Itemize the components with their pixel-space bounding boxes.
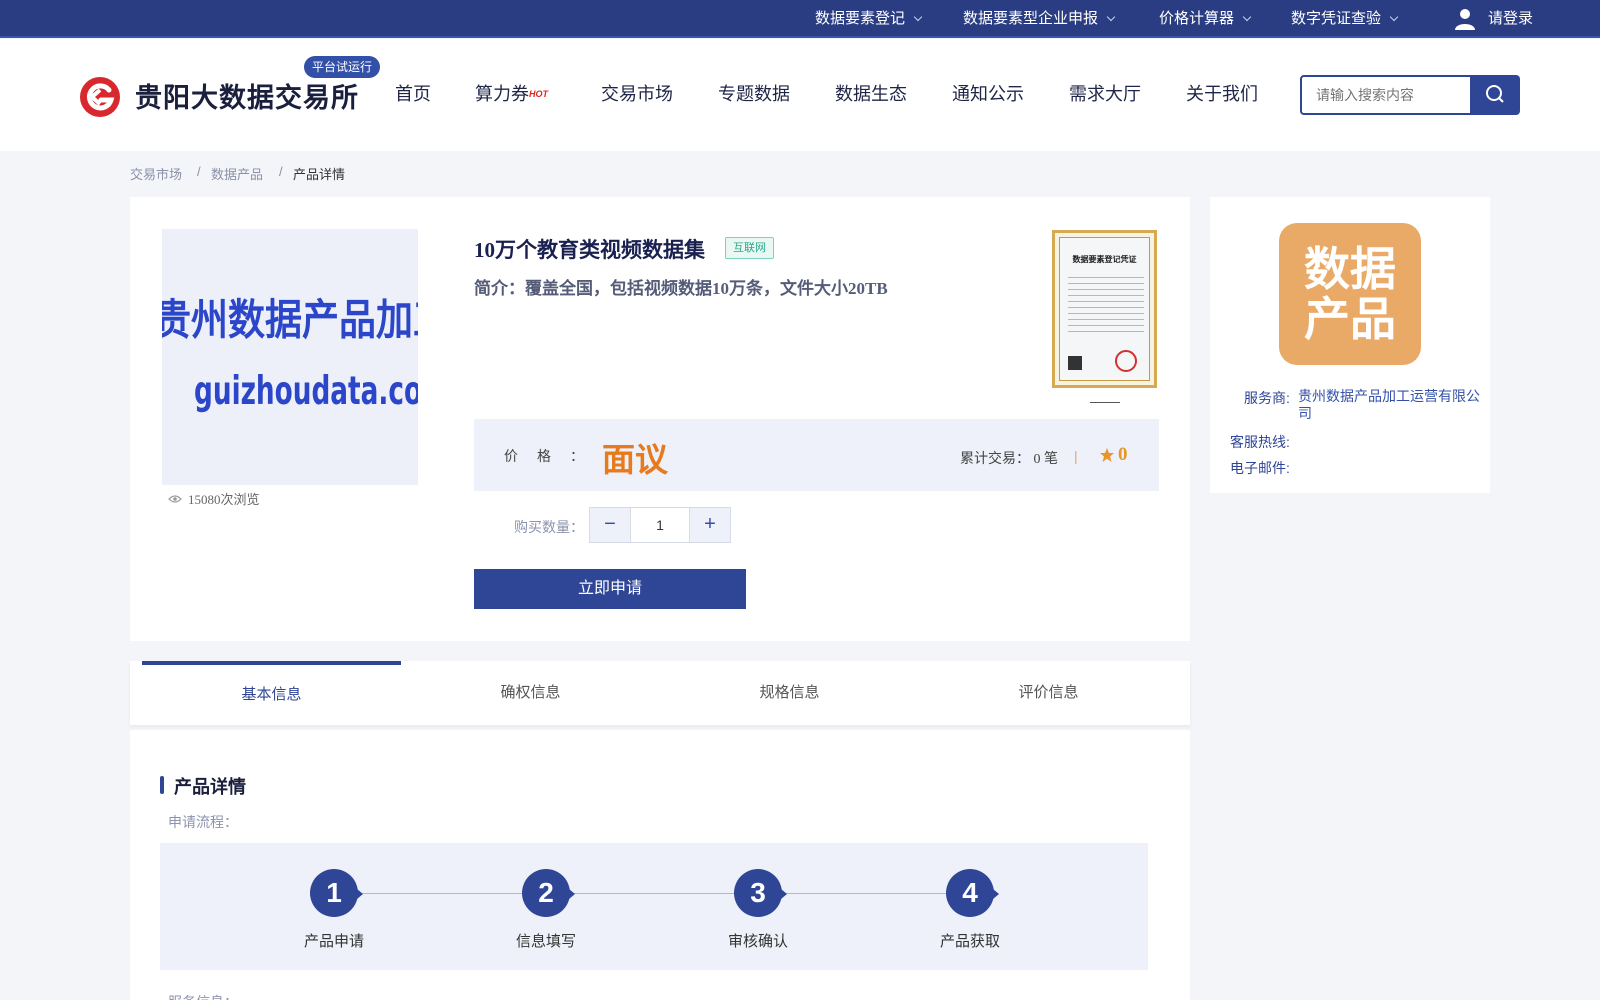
rating: 0 [1099, 444, 1128, 466]
provider-label: 服务商: [1244, 388, 1290, 408]
nav-compute-voucher[interactable]: 算力券 [475, 80, 529, 108]
quantity-stepper: − 1 + [589, 507, 731, 543]
quantity-increase-button[interactable]: + [690, 508, 730, 542]
tab-review-info[interactable]: 评价信息 [919, 661, 1178, 725]
topbar-item-credential-check[interactable]: 数字凭证查验 [1291, 0, 1399, 38]
nav-about-us[interactable]: 关于我们 [1186, 80, 1258, 108]
topbar-label: 数据要素型企业申报 [963, 10, 1099, 27]
industry-tag: 互联网 [725, 237, 774, 259]
rating-score: 0 [1118, 444, 1128, 465]
hot-badge-icon: HOT [529, 89, 548, 99]
process-label: 申请流程： [168, 814, 238, 830]
hotline-label: 客服热线: [1230, 432, 1290, 452]
topbar-item-data-registration[interactable]: 数据要素登记 [815, 0, 923, 38]
cumulative-trades: 累计交易： 0 笔 [960, 452, 1058, 467]
provider-value: 贵州数据产品加工运营有限公司 [1298, 388, 1480, 421]
nav-announcements[interactable]: 通知公示 [952, 80, 1024, 108]
breadcrumb-data-products[interactable]: 数据产品 [211, 164, 263, 183]
trial-run-badge: 平台试运行 [304, 56, 381, 78]
topbar-item-enterprise-declaration[interactable]: 数据要素型企业申报 [963, 0, 1116, 38]
step-number: 4 [946, 869, 999, 917]
chevron-down-icon [1106, 12, 1116, 22]
product-image: 贵州数据产品加工运营有限公司 guizhoudata.com [162, 229, 418, 485]
step-label: 产品获取 [939, 933, 1000, 950]
certificate-text-lines [1068, 272, 1144, 332]
certificate-title: 数据要素登记凭证 [1072, 255, 1137, 264]
price-panel: 价格： 面议 累计交易： 0 笔 | 0 [474, 419, 1159, 491]
product-image-domain-text: guizhoudata.com [194, 369, 418, 414]
site-title[interactable]: 贵阳大数据交易所 [135, 76, 359, 115]
quantity-label: 购买数量： [514, 519, 584, 535]
breadcrumb-current: 产品详情 [293, 167, 346, 182]
view-count-text: 15080次浏览 [188, 492, 260, 507]
product-image-company-text: 贵州数据产品加工运营有限公司 [162, 295, 418, 345]
seal-icon [1115, 350, 1137, 372]
tab-spec-info[interactable]: 规格信息 [660, 661, 919, 725]
quantity-decrease-button[interactable]: − [590, 508, 630, 542]
section-title: 产品详情 [160, 773, 246, 799]
apply-now-button[interactable]: 立即申请 [474, 569, 746, 609]
search-icon [1486, 85, 1504, 103]
nav-trading-market[interactable]: 交易市场 [601, 80, 673, 108]
search-input[interactable] [1300, 75, 1472, 115]
login-link[interactable]: 请登录 [1454, 0, 1533, 38]
breadcrumb-separator: / [197, 164, 201, 179]
step-number: 2 [522, 869, 575, 917]
divider: | [1074, 448, 1078, 464]
product-description: 简介：覆盖全国，包括视频数据10万条，文件大小20TB [474, 279, 888, 298]
service-info-label: 服务信息： [168, 992, 238, 1000]
user-icon [1455, 9, 1475, 30]
email-label: 电子邮件: [1230, 458, 1290, 478]
step-number: 1 [310, 869, 363, 917]
topbar-label: 价格计算器 [1159, 10, 1235, 27]
chevron-down-icon [913, 12, 923, 22]
provider-name[interactable]: 贵州数据产品加工运营有限公司 [1298, 388, 1483, 422]
provider-logo: 数据 产品 [1279, 223, 1421, 365]
nav-topic-data[interactable]: 专题数据 [718, 80, 790, 108]
hotline-key: 客服热线: [1230, 434, 1290, 450]
email-key: 电子邮件: [1230, 460, 1290, 476]
topbar-label: 数字凭证查验 [1291, 10, 1382, 27]
certificate-indicator [1090, 402, 1120, 403]
nav-data-ecosystem[interactable]: 数据生态 [835, 80, 907, 108]
step-label: 信息填写 [515, 933, 576, 950]
site-header: 贵阳大数据交易所 平台试运行 首页 算力券 HOT 交易市场 专题数据 数据生态… [0, 39, 1600, 151]
nav-demand-hall[interactable]: 需求大厅 [1069, 80, 1141, 108]
nav-home[interactable]: 首页 [395, 80, 431, 108]
registration-certificate-thumbnail[interactable]: 数据要素登记凭证 [1052, 230, 1157, 388]
login-label: 请登录 [1488, 10, 1534, 27]
topbar-label: 数据要素登记 [815, 10, 906, 27]
exchange-logo-icon [80, 77, 120, 117]
chevron-down-icon [1389, 12, 1399, 22]
product-title: 10万个教育类视频数据集 [474, 238, 705, 262]
provider-logo-text: 数据 [1304, 242, 1396, 296]
topbar-item-price-calculator[interactable]: 价格计算器 [1159, 0, 1252, 38]
top-utility-bar: 数据要素登记 数据要素型企业申报 价格计算器 数字凭证查验 请登录 [0, 0, 1600, 38]
quantity-input[interactable]: 1 [630, 508, 690, 542]
eye-icon [168, 494, 182, 503]
qr-code-icon [1068, 356, 1082, 370]
process-connector-line [332, 893, 970, 894]
breadcrumb-separator: / [279, 164, 283, 179]
tab-basic-info[interactable]: 基本信息 [142, 661, 401, 725]
view-count: 15080次浏览 [168, 489, 260, 508]
provider-logo-text: 产品 [1304, 292, 1396, 346]
provider-key: 服务商: [1244, 390, 1290, 406]
tab-rights-info[interactable]: 确权信息 [401, 661, 660, 725]
chevron-down-icon [1242, 12, 1252, 22]
search-button[interactable] [1470, 75, 1520, 115]
step-label: 审核确认 [727, 933, 788, 950]
price-label: 价格： [504, 450, 603, 465]
star-icon [1100, 448, 1114, 462]
step-number: 3 [734, 869, 787, 917]
breadcrumb-trading-market[interactable]: 交易市场 [130, 164, 182, 183]
step-label: 产品申请 [303, 933, 364, 950]
price-value: 面议 [602, 440, 668, 479]
detail-tabs: 基本信息 确权信息 规格信息 评价信息 [130, 661, 1190, 725]
